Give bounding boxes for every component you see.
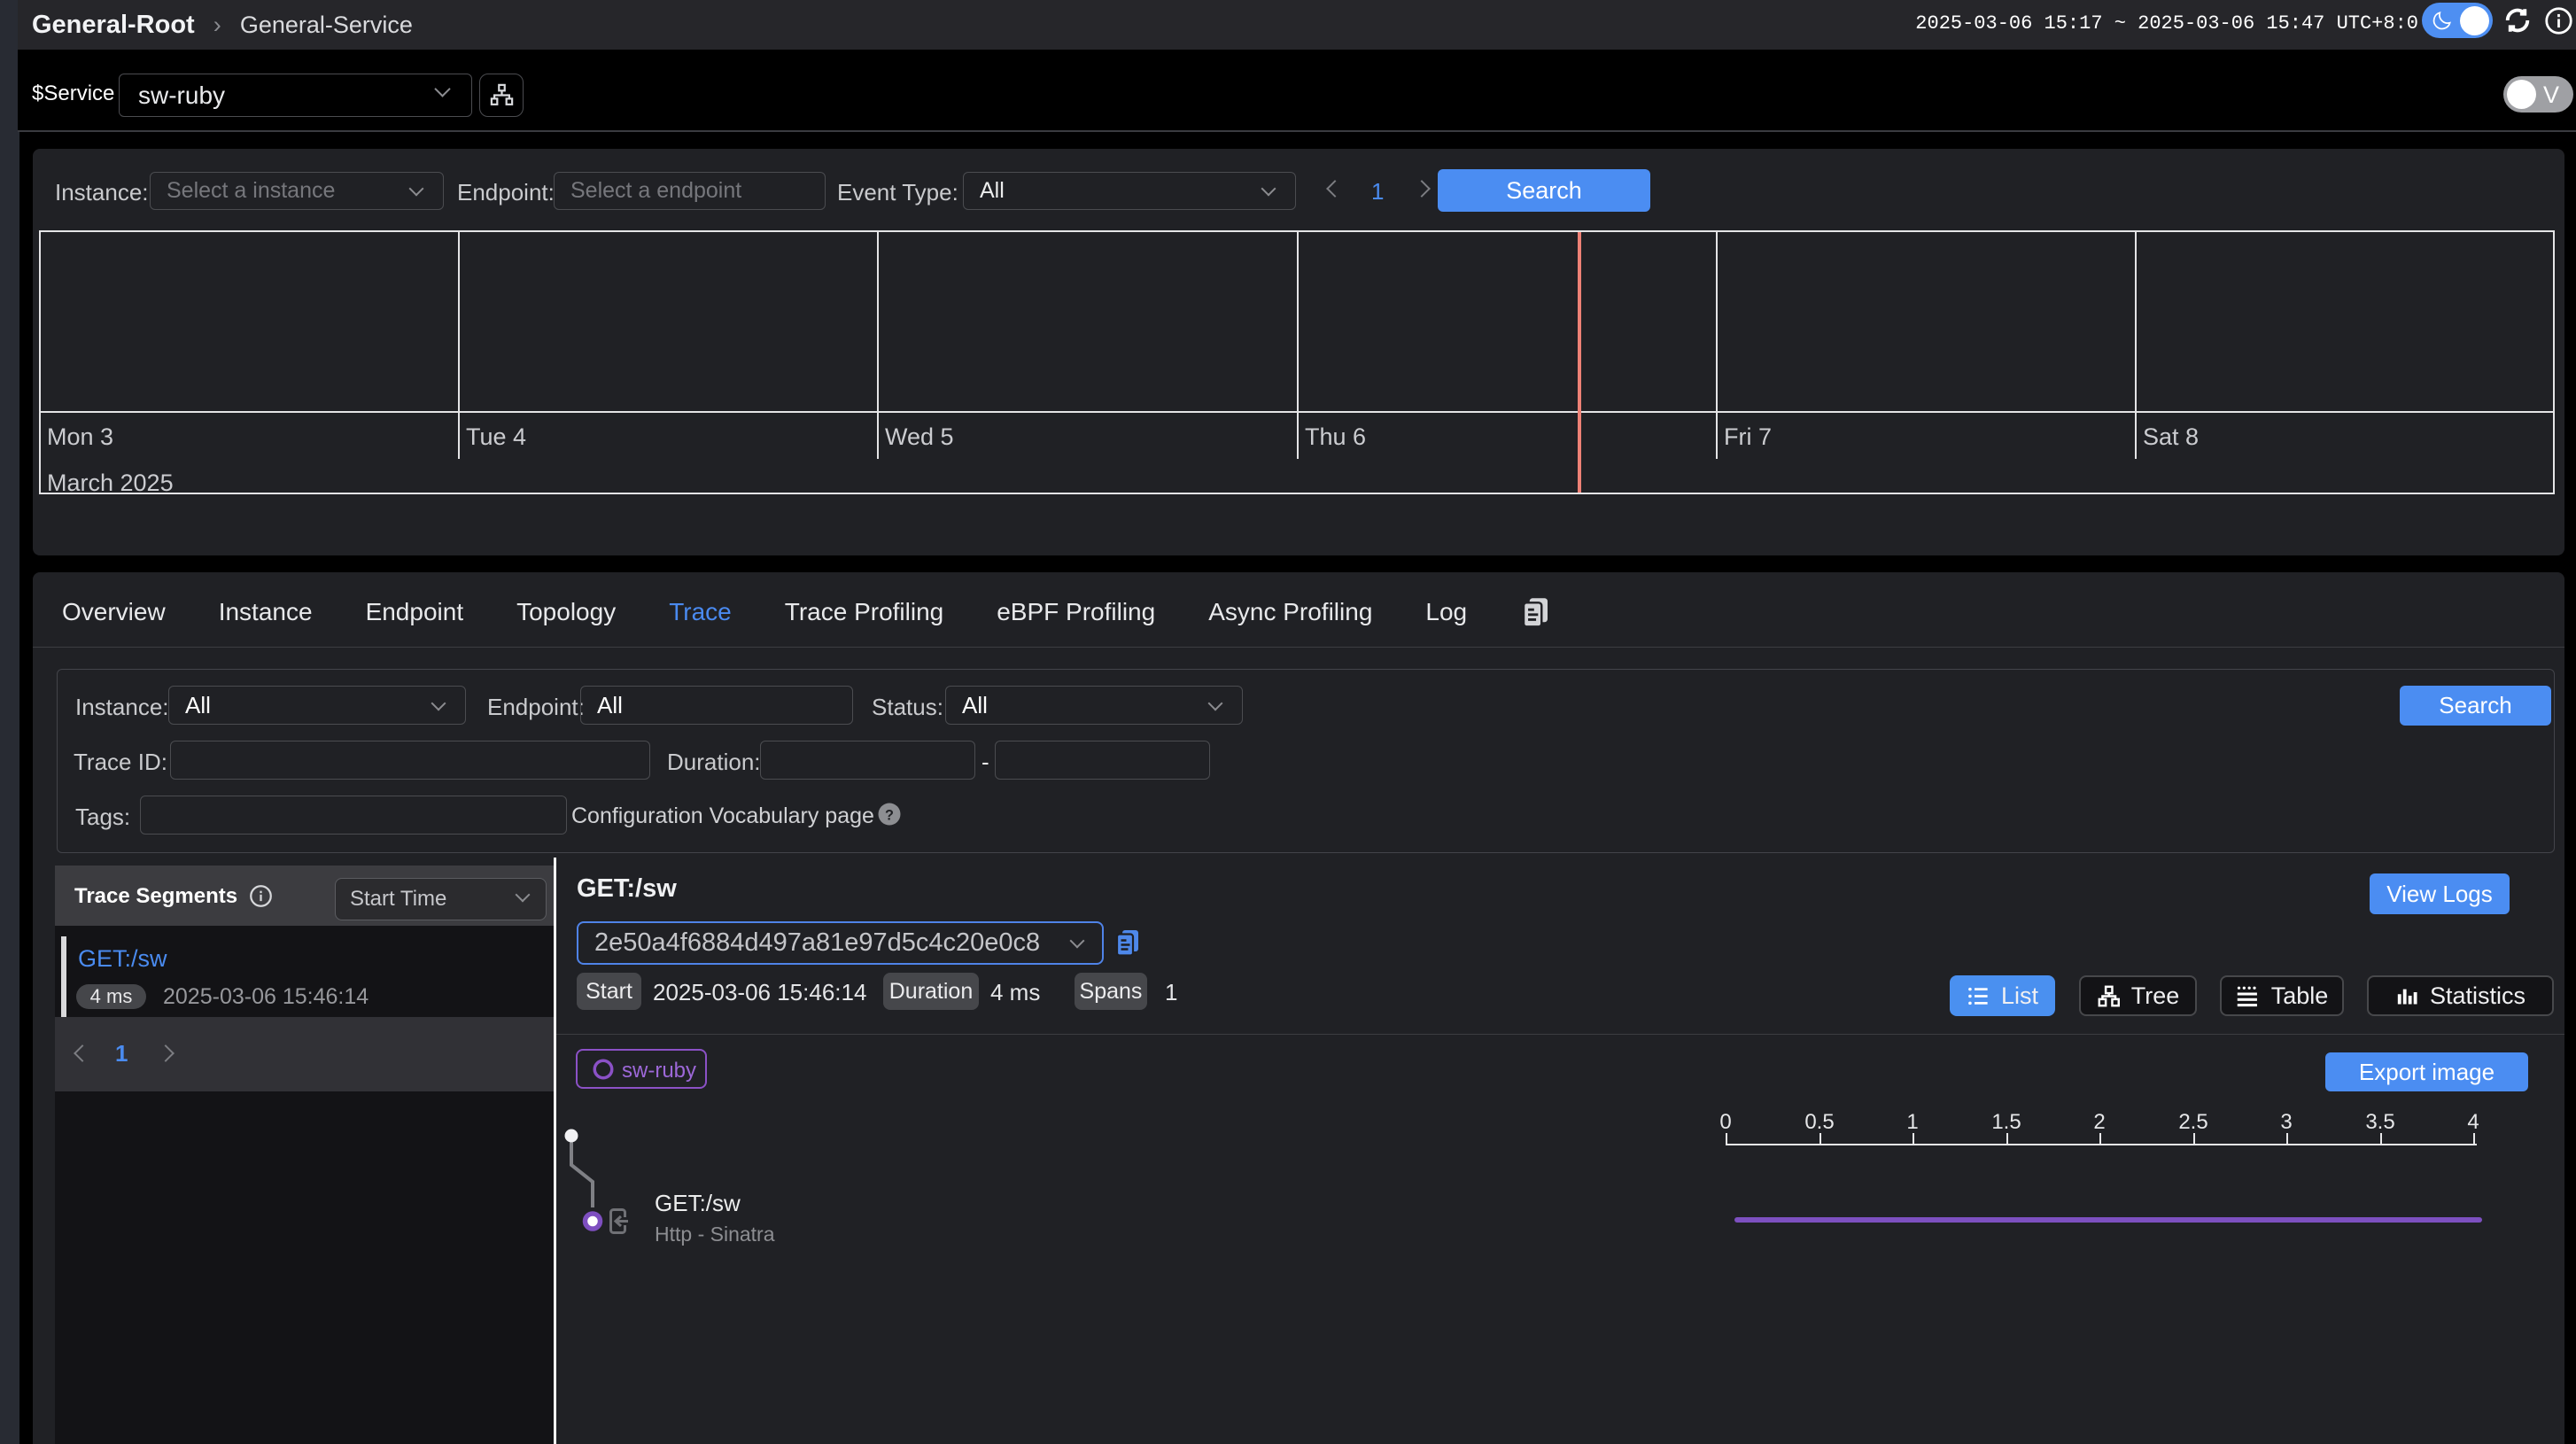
svg-text:?: ? [885,807,894,823]
